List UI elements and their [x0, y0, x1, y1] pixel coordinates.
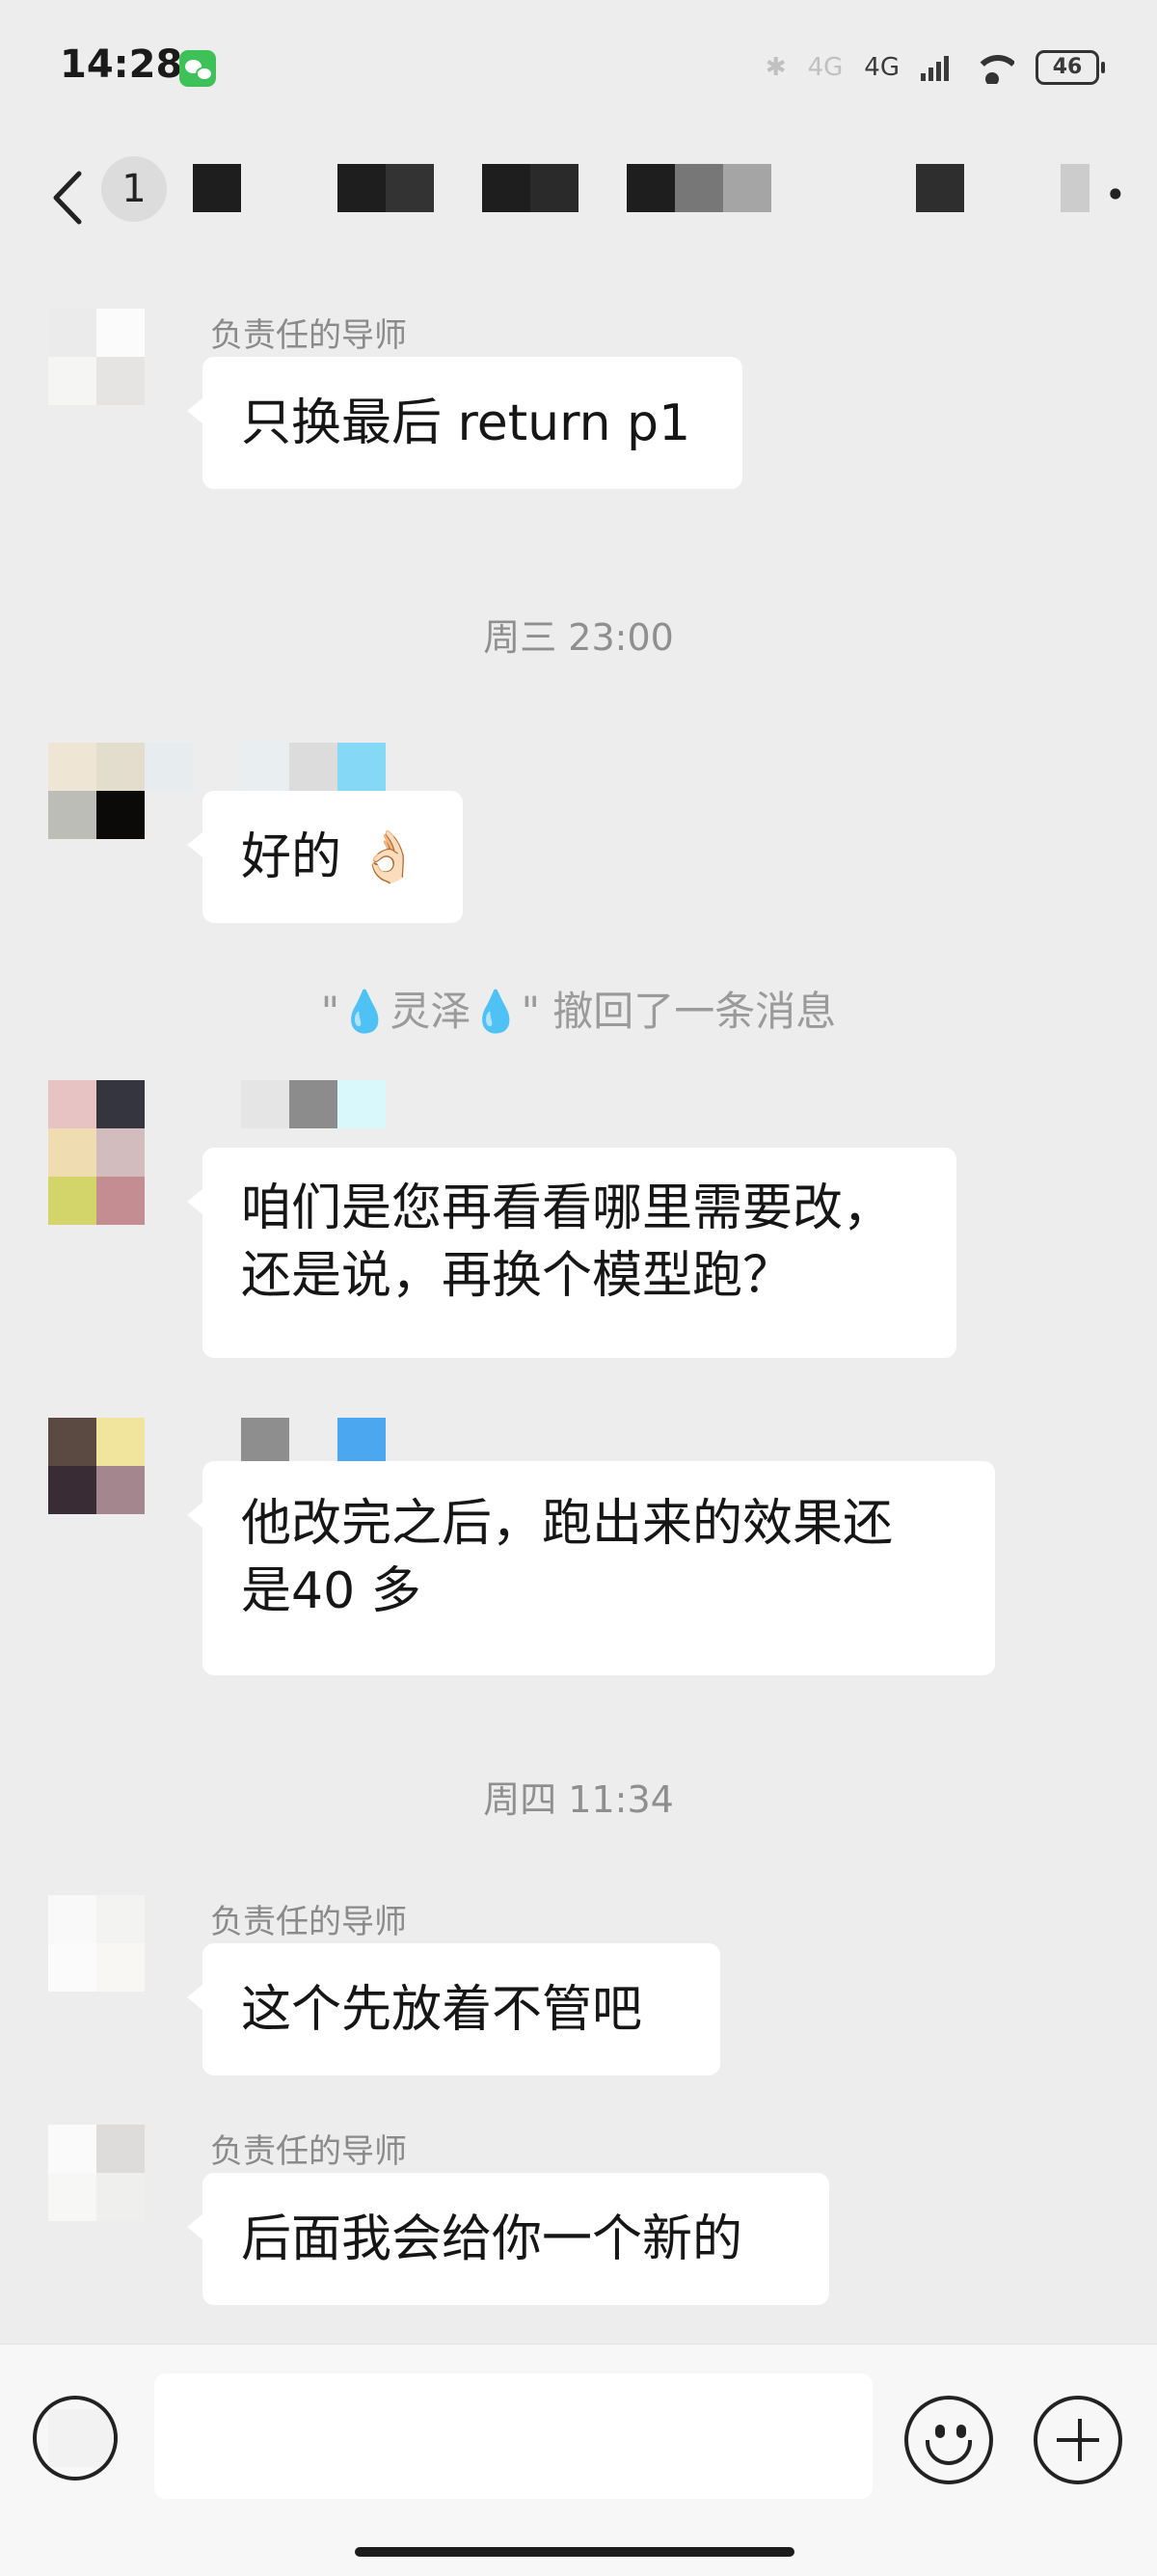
status-icons: ✱ 4G 4G 46 [765, 48, 1105, 87]
sender-name: 负责任的导师 [210, 1903, 407, 1941]
avatar[interactable] [48, 2125, 145, 2221]
recall-notice: "💧灵泽💧" 撤回了一条消息 [0, 979, 1157, 1038]
emoji-eye [956, 2425, 966, 2438]
emoji-icon[interactable] [904, 2396, 993, 2484]
message-line: 是40 多 [241, 1562, 421, 1621]
message-bubble[interactable]: 只换最后 return p1 [187, 357, 742, 489]
sender-name-redacted [241, 743, 289, 791]
signal-icon [921, 54, 949, 81]
water-drop-icon: 💧 [471, 988, 522, 1035]
sender-name-redacted [337, 743, 386, 791]
message-line: 他改完之后，跑出来的效果还 [241, 1495, 894, 1553]
chat-message-list[interactable]: 负责任的导师 只换最后 return p1 周三 23:00 好的 👌🏻 "💧灵… [0, 265, 1157, 2344]
quote-open: " [320, 988, 340, 1035]
sender-name-redacted [241, 1418, 289, 1466]
chat-header: 1 • [0, 135, 1157, 265]
plus-icon[interactable] [1034, 2396, 1122, 2484]
sender-name-redacted [289, 743, 337, 791]
emoji-mouth [926, 2440, 972, 2465]
back-icon[interactable] [46, 164, 91, 231]
timestamp: 周四 11:34 [483, 1778, 674, 1821]
avatar[interactable] [48, 1418, 145, 1514]
more-options-icon[interactable]: • [1105, 174, 1128, 216]
avatar[interactable] [48, 1895, 145, 1992]
message-line: 还是说，再换个模型跑？ [241, 1247, 794, 1306]
battery-icon: 46 [1036, 50, 1105, 85]
bluetooth-icon: ✱ [765, 53, 787, 82]
network-4g-icon: 4G [807, 53, 844, 82]
sender-name-redacted [337, 1418, 386, 1466]
avatar[interactable] [48, 1080, 145, 1225]
home-indicator[interactable] [355, 2547, 794, 2557]
sender-name-redacted [241, 1080, 289, 1128]
message-bubble[interactable]: 这个先放着不管吧 [187, 1943, 720, 2075]
timestamp: 周三 23:00 [483, 616, 674, 659]
unread-count-badge[interactable]: 1 [101, 156, 167, 222]
status-time: 14:28 [60, 42, 183, 87]
recall-text: " 撤回了一条消息 [521, 988, 837, 1035]
water-drop-icon: 💧 [339, 988, 390, 1035]
emoji-eye [935, 2425, 945, 2438]
message-bubble[interactable]: 后面我会给你一个新的 [187, 2173, 829, 2305]
message-bubble[interactable]: 咱们是您再看看哪里需要改， 还是说，再换个模型跑？ [187, 1148, 956, 1358]
sender-name-redacted [337, 1080, 386, 1128]
sender-name-redacted [145, 743, 193, 791]
message-bubble[interactable]: 好的 👌🏻 [187, 791, 463, 923]
sender-name-redacted [289, 1080, 337, 1128]
sender-name: 负责任的导师 [210, 2132, 407, 2171]
message-line: 咱们是您再看看哪里需要改， [241, 1180, 894, 1237]
wechat-notification-icon [179, 50, 216, 87]
input-bar [0, 2344, 1157, 2576]
wifi-icon [970, 51, 1014, 84]
network-4g-icon-2: 4G [864, 53, 900, 82]
voice-icon[interactable] [33, 2396, 118, 2481]
status-bar: 14:28 ✱ 4G 4G 46 [0, 0, 1157, 135]
avatar[interactable] [48, 309, 145, 405]
sender-name: 负责任的导师 [210, 316, 407, 355]
message-bubble[interactable]: 他改完之后，跑出来的效果还 是40 多 [187, 1461, 995, 1675]
avatar[interactable] [48, 743, 145, 839]
recall-user-name: 灵泽 [390, 988, 471, 1035]
message-input[interactable] [154, 2373, 873, 2499]
